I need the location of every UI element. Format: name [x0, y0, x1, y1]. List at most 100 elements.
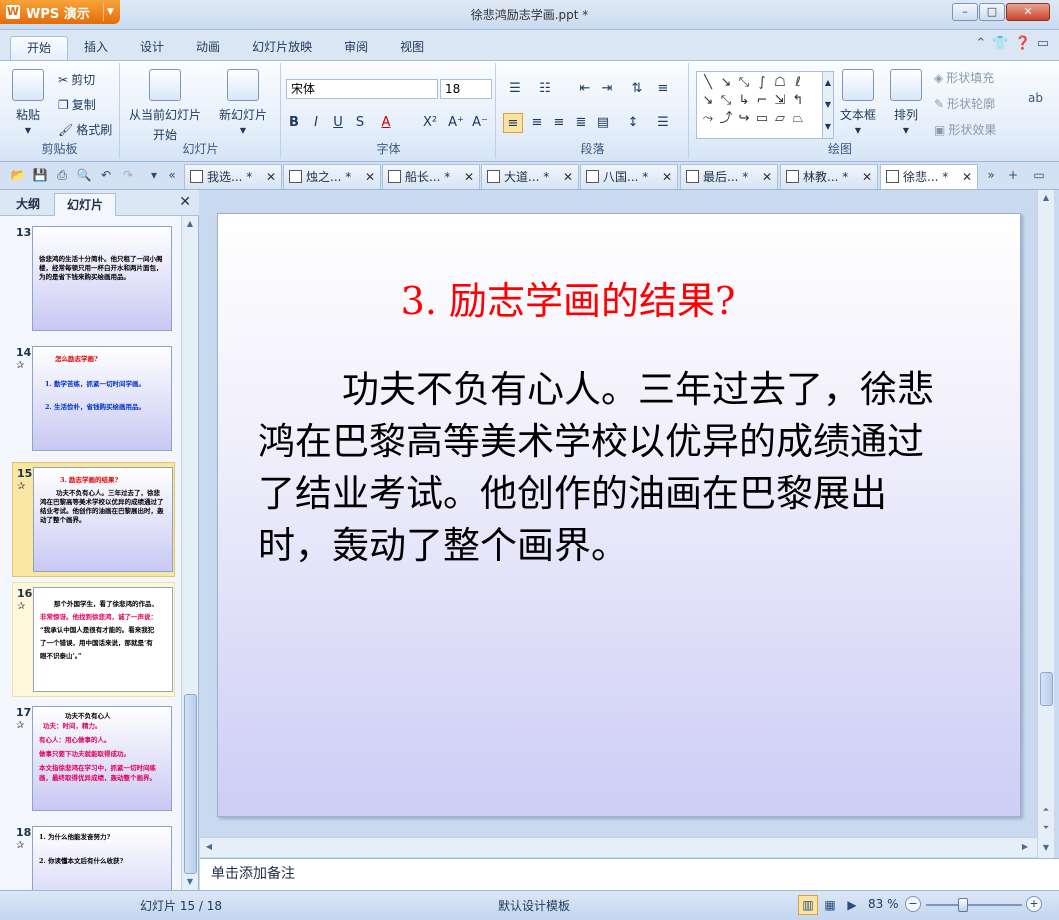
scroll-down-icon[interactable]: ▼ [1039, 840, 1053, 856]
rectangle-shape-icon[interactable]: ▭ [753, 110, 771, 128]
scroll-tabs-right-icon[interactable]: » [983, 167, 999, 183]
doc-tab[interactable]: 林教... * ✕ [780, 164, 878, 189]
normal-view-icon[interactable]: ▥ [798, 895, 818, 915]
grow-font-button[interactable]: A⁺ [446, 113, 466, 133]
slide-thumb-15-selected[interactable]: 15 ✰ 3. 励志学画的结果? 功夫不负有心人。三年过去了，徐悲鸿在巴黎高等美… [12, 462, 175, 577]
doc-tab[interactable]: 我选... * ✕ [184, 164, 282, 189]
close-tab-icon[interactable]: ✕ [464, 165, 474, 189]
bullets-icon[interactable]: ☰ [505, 79, 525, 99]
editor-horizontal-scrollbar[interactable]: ◀ ▶ [200, 837, 1037, 857]
curve-shape-icon[interactable]: ∫ [753, 74, 771, 92]
close-tab-icon[interactable]: ✕ [862, 165, 872, 189]
close-tab-icon[interactable]: ✕ [962, 165, 972, 189]
close-tab-icon[interactable]: ✕ [762, 165, 772, 189]
scroll-thumb[interactable] [184, 694, 197, 874]
bold-button[interactable]: B [284, 113, 304, 133]
shape-fill-button[interactable]: ◈ 形状填充 [934, 69, 994, 86]
paste-button[interactable]: 粘贴 ▼ [12, 69, 44, 135]
align-center-icon[interactable]: ≡ [527, 113, 547, 133]
close-pane-icon[interactable]: ✕ [179, 194, 191, 210]
connector-arrow-icon[interactable]: ⤡ [717, 92, 735, 110]
line-shape-icon[interactable]: ╲ [699, 74, 717, 92]
maximize-button[interactable]: □ [979, 3, 1005, 21]
more-ribbon-icon[interactable]: ab [1028, 91, 1043, 105]
font-name-select[interactable]: 宋体 [286, 79, 438, 99]
save-icon[interactable]: 💾 [32, 167, 48, 183]
curved-elbow-icon[interactable]: ↪ [735, 110, 753, 128]
minimize-ribbon-icon[interactable]: ▭ [1037, 36, 1049, 51]
zoom-slider-handle[interactable] [958, 898, 968, 912]
shrink-font-button[interactable]: A⁻ [470, 113, 490, 133]
scroll-thumb[interactable] [1040, 672, 1053, 706]
arrow-up-icon[interactable]: ⌃ [975, 36, 986, 51]
tab-outline[interactable]: 大纲 [4, 193, 52, 216]
curved-connector-icon[interactable]: ↰ [789, 92, 807, 110]
tab-design[interactable]: 设计 [124, 36, 180, 60]
elbow-arrow-icon[interactable]: ⌐ [753, 92, 771, 110]
increase-indent-icon[interactable]: ⇥ [597, 79, 617, 99]
close-tab-icon[interactable]: ✕ [662, 165, 672, 189]
underline-button[interactable]: U [328, 113, 348, 133]
zoom-out-icon[interactable]: − [905, 896, 921, 912]
font-color-button[interactable]: A [376, 113, 396, 133]
tab-slides[interactable]: 幻灯片 [54, 193, 117, 216]
format-painter-button[interactable]: 🖌 格式刷 [58, 121, 112, 138]
paragraph-spacing-icon[interactable]: ☰ [653, 113, 673, 133]
line-spacing-icon[interactable]: ↕ [623, 113, 643, 133]
arrow-shape-icon[interactable]: ↘ [717, 74, 735, 92]
shadow-button[interactable]: S [350, 113, 370, 133]
justify-icon[interactable]: ≣ [571, 113, 591, 133]
trapezoid-shape-icon[interactable]: ⏢ [789, 110, 807, 128]
print-icon[interactable]: ⎙ [54, 167, 70, 183]
shape-effect-button[interactable]: ▣ 形状效果 [934, 121, 996, 138]
tab-home[interactable]: 开始 [10, 36, 69, 60]
close-tab-icon[interactable]: ✕ [563, 165, 573, 189]
slideshow-icon[interactable]: ▶ [842, 895, 862, 915]
copy-button[interactable]: ❐ 复制 [58, 96, 96, 113]
parallelogram-shape-icon[interactable]: ▱ [771, 110, 789, 128]
distribute-icon[interactable]: ▤ [593, 113, 613, 133]
current-slide[interactable]: 3. 励志学画的结果? 功夫不负有心人。三年过去了，徐悲鸿在巴黎高等美术学校以优… [217, 213, 1021, 817]
next-slide-icon[interactable]: ⏷ [1039, 820, 1053, 836]
play-from-current-button[interactable]: 从当前幻灯片 开始 [129, 69, 201, 143]
scribble-shape-icon[interactable]: ℓ [789, 74, 807, 92]
undo-icon[interactable]: ↶ [98, 167, 114, 183]
shapes-gallery[interactable]: ╲ ↘ ⤡ ∫ ☖ ℓ ↘ ⤡ ↳ ⌐ ⇲ ↰ ⤳ ⤴ ↪ ▭ ▱ ⏢ [696, 71, 828, 139]
doc-tab[interactable]: 最后... * ✕ [680, 164, 778, 189]
open-folder-icon[interactable]: 📂 [10, 167, 26, 183]
close-button[interactable]: ✕ [1006, 3, 1050, 21]
zoom-in-icon[interactable]: + [1026, 896, 1042, 912]
zoom-slider-track[interactable] [926, 904, 1022, 906]
align-text-icon[interactable]: ≡ [653, 79, 673, 99]
tab-review[interactable]: 审阅 [328, 36, 384, 60]
cut-button[interactable]: ✂ 剪切 [58, 71, 95, 88]
doc-tab[interactable]: 大道... * ✕ [481, 164, 579, 189]
tab-animation[interactable]: 动画 [180, 36, 236, 60]
align-left-icon[interactable]: ≡ [503, 113, 523, 133]
tab-view[interactable]: 视图 [384, 36, 440, 60]
align-right-icon[interactable]: ≡ [549, 113, 569, 133]
slide-thumb-14[interactable]: 14 ✰ 怎么励志学画? 1. 勤学苦练，抓紧一切时间学画。 2. 生活俭朴，省… [12, 342, 175, 457]
scroll-right-icon[interactable]: ▶ [1018, 839, 1032, 855]
scroll-up-icon[interactable]: ▲ [183, 216, 197, 232]
notes-area[interactable]: 单击添加备注 [200, 858, 1059, 890]
elbow-connector-icon[interactable]: ↳ [735, 92, 753, 110]
slide-title[interactable]: 3. 励志学画的结果? [218, 270, 918, 325]
scroll-down-icon[interactable]: ▼ [183, 874, 197, 890]
scroll-left-icon[interactable]: ◀ [202, 839, 216, 855]
print-preview-icon[interactable]: 🔍 [76, 167, 92, 183]
previous-slide-icon[interactable]: ⏶ [1039, 802, 1053, 818]
double-arrow-shape-icon[interactable]: ⤡ [735, 74, 753, 92]
arrange-button[interactable]: 排列 ▼ [890, 69, 922, 135]
doc-tab[interactable]: 船长... * ✕ [382, 164, 480, 189]
close-tab-icon[interactable]: ✕ [365, 165, 375, 189]
slide-sorter-icon[interactable]: ▦ [820, 895, 840, 915]
slides-pane-scrollbar[interactable]: ▲ ▼ [181, 216, 198, 890]
superscript-button[interactable]: X² [420, 113, 440, 133]
editor-vertical-scrollbar[interactable]: ▲ ⏶ ⏷ ▼ [1037, 190, 1054, 858]
connector-shape-icon[interactable]: ↘ [699, 92, 717, 110]
curved-arrow-icon[interactable]: ⤳ [699, 110, 717, 128]
tab-slideshow[interactable]: 幻灯片放映 [236, 36, 328, 60]
scroll-tabs-left-icon[interactable]: « [164, 167, 180, 183]
slide-body-text[interactable]: 功夫不负有心人。三年过去了，徐悲鸿在巴黎高等美术学校以优异的成绩通过了结业考试。… [258, 364, 948, 572]
